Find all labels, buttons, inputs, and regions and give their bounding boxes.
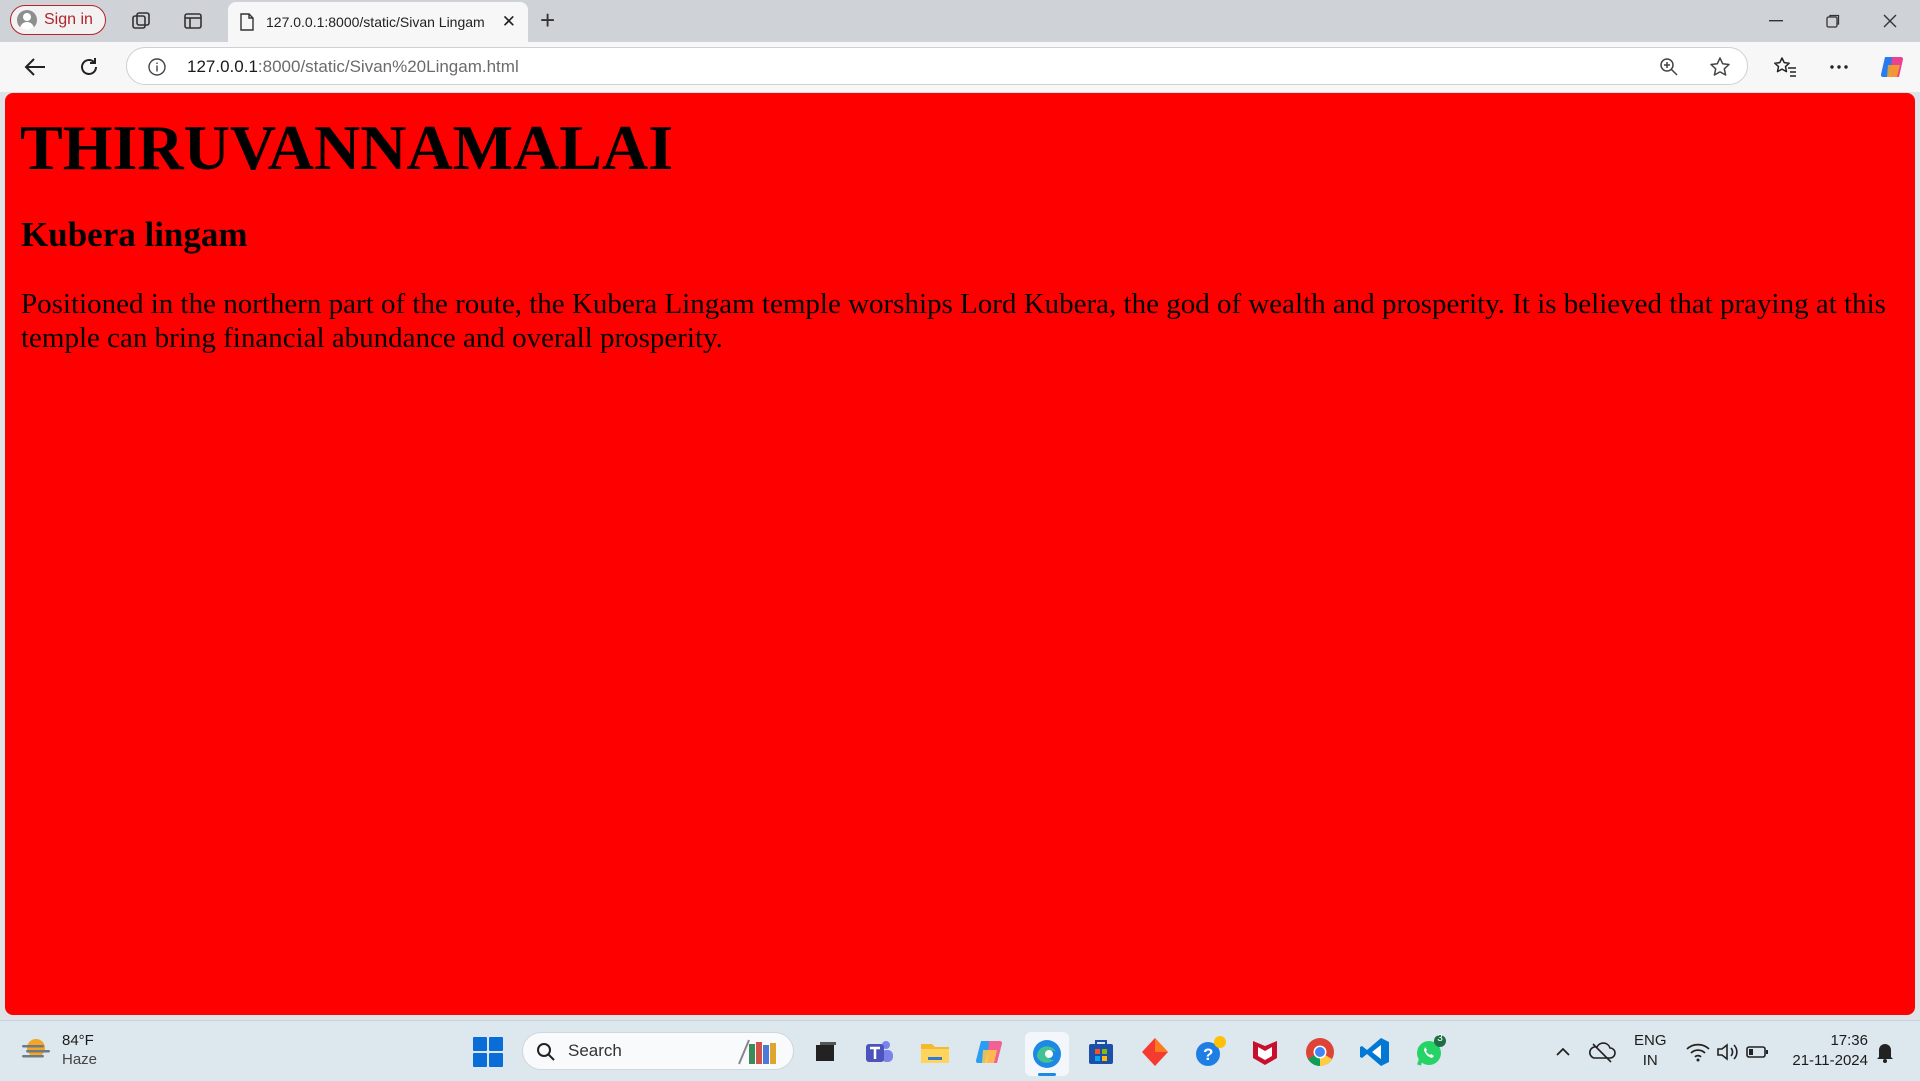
refresh-icon[interactable] — [74, 52, 104, 82]
search-label: Search — [568, 1041, 622, 1060]
address-bar[interactable]: 127.0.0.1:8000/static/Sivan%20Lingam.htm… — [126, 47, 1748, 85]
weather-description: Haze — [62, 1051, 98, 1068]
task-view-icon[interactable] — [808, 1035, 842, 1069]
url-path: :8000/static/Sivan%20Lingam.html — [257, 57, 519, 76]
language-code: ENG — [1634, 1032, 1667, 1049]
taskbar-search[interactable]: Search — [522, 1032, 794, 1070]
store-icon[interactable] — [1084, 1035, 1118, 1069]
vscode-icon[interactable] — [1358, 1035, 1392, 1069]
zoom-icon[interactable] — [1659, 57, 1679, 77]
taskbar: 84°F Haze Search ? 3 ENG IN 17:36 21-11-… — [0, 1020, 1920, 1081]
onedrive-offline-icon[interactable] — [1585, 1035, 1619, 1069]
svg-text:?: ? — [1203, 1045, 1213, 1064]
minimize-icon[interactable] — [1753, 6, 1799, 36]
avatar-icon — [17, 10, 37, 30]
search-highlight-books-icon — [738, 1039, 776, 1065]
close-window-icon[interactable] — [1867, 6, 1913, 36]
wifi-icon[interactable] — [1683, 1035, 1717, 1069]
favorites-icon[interactable] — [1770, 52, 1800, 82]
new-tab-icon[interactable]: + — [540, 6, 555, 34]
restore-icon[interactable] — [1810, 6, 1856, 36]
clock[interactable]: 17:36 21-11-2024 — [1792, 1031, 1868, 1071]
teams-icon[interactable] — [862, 1035, 896, 1069]
copilot-app-icon[interactable] — [973, 1035, 1007, 1069]
weather-haze-icon — [20, 1037, 52, 1063]
workspaces-icon[interactable] — [128, 8, 154, 34]
battery-icon[interactable] — [1743, 1035, 1777, 1069]
vertical-tabs-icon[interactable] — [180, 8, 206, 34]
sign-in-button[interactable]: Sign in — [10, 5, 106, 35]
mcafee-icon[interactable] — [1248, 1035, 1282, 1069]
edge-icon[interactable] — [1025, 1032, 1069, 1076]
clock-date: 21-11-2024 — [1792, 1052, 1868, 1069]
show-hidden-icons-chevron-icon[interactable] — [1546, 1035, 1580, 1069]
page-heading: THIRUVANNAMALAI — [20, 112, 674, 183]
file-explorer-icon[interactable] — [918, 1035, 952, 1069]
help-icon[interactable]: ? — [1193, 1035, 1227, 1069]
back-arrow-icon[interactable] — [20, 52, 50, 82]
browser-tab-strip: Sign in 127.0.0.1:8000/static/Sivan Ling… — [0, 0, 1920, 42]
search-icon — [537, 1043, 555, 1061]
url-host: 127.0.0.1 — [187, 57, 258, 76]
tab-active[interactable]: 127.0.0.1:8000/static/Sivan Lingam ✕ — [228, 2, 528, 42]
whatsapp-badge: 3 — [1437, 1033, 1443, 1044]
tab-title: 127.0.0.1:8000/static/Sivan Lingam — [266, 14, 485, 30]
weather-widget[interactable]: 84°F Haze — [20, 1031, 97, 1069]
diamond-app-icon[interactable] — [1138, 1035, 1172, 1069]
sign-in-label: Sign in — [44, 11, 93, 28]
favorite-star-icon[interactable] — [1709, 56, 1731, 78]
browser-toolbar: 127.0.0.1:8000/static/Sivan%20Lingam.htm… — [0, 42, 1920, 92]
tab-close-icon[interactable]: ✕ — [502, 12, 516, 32]
start-button[interactable] — [473, 1037, 503, 1067]
page-paragraph: Positioned in the northern part of the r… — [21, 288, 1886, 354]
copilot-icon[interactable] — [1878, 52, 1908, 82]
page-icon — [240, 13, 254, 31]
region-code: IN — [1642, 1052, 1658, 1069]
page-viewport: THIRUVANNAMALAI Kubera lingam Positioned… — [5, 93, 1915, 1015]
whatsapp-icon[interactable]: 3 — [1413, 1033, 1447, 1069]
site-info-icon[interactable] — [147, 57, 167, 77]
more-options-icon[interactable] — [1824, 52, 1854, 82]
volume-icon[interactable] — [1713, 1035, 1747, 1069]
url-text[interactable]: 127.0.0.1:8000/static/Sivan%20Lingam.htm… — [187, 57, 519, 77]
notification-bell-icon[interactable] — [1870, 1035, 1904, 1069]
language-indicator[interactable]: ENG IN — [1634, 1031, 1667, 1071]
weather-temperature: 84°F — [62, 1032, 94, 1049]
clock-time: 17:36 — [1830, 1032, 1868, 1049]
page-subheading: Kubera lingam — [21, 215, 248, 254]
chrome-icon[interactable] — [1303, 1035, 1337, 1069]
